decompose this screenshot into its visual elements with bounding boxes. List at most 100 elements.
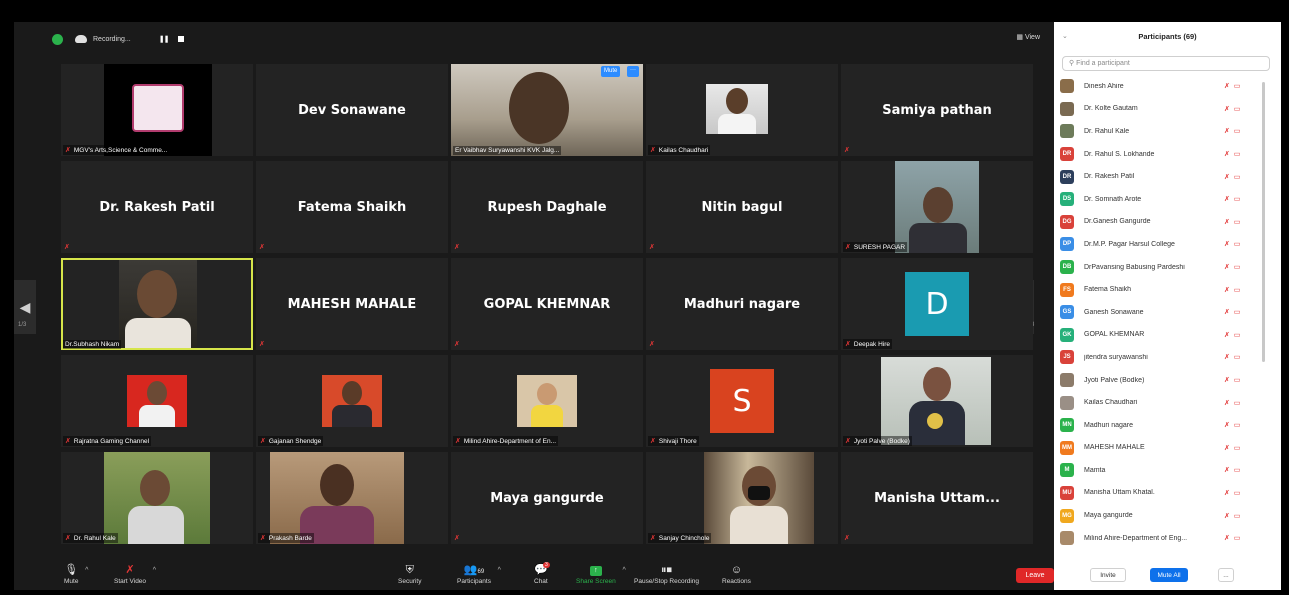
muted-mic-icon: ✗ — [650, 535, 656, 542]
pause-recording-icon[interactable]: ❚❚ — [159, 35, 170, 43]
participant-row[interactable]: Dr. Rahul Kale ✗ ▭ — [1054, 120, 1254, 143]
tile-more-button[interactable]: ··· — [627, 66, 639, 77]
participant-row[interactable]: JS jitendra suryawanshi ✗ ▭ — [1054, 346, 1254, 369]
chevron-up-icon[interactable]: ^ — [153, 567, 156, 574]
video-tile[interactable]: Fatema Shaikh ✗ — [256, 161, 448, 253]
participant-name: Dr. Rahul S. Lokhande — [1084, 150, 1155, 158]
participants-label: Participants — [457, 578, 491, 585]
video-tile[interactable]: Dev Sonawane — [256, 64, 448, 156]
video-tile[interactable]: Samiya pathan ✗ — [841, 64, 1033, 156]
stop-recording-icon[interactable] — [178, 36, 185, 42]
video-tile[interactable]: MAHESH MAHALE ✗ — [256, 258, 448, 350]
muted-mic-icon: ✗ — [454, 535, 460, 542]
participant-row[interactable]: MN Madhuri nagare ✗ ▭ — [1054, 414, 1254, 437]
tile-mute-button[interactable]: Mute — [601, 66, 621, 77]
video-tile[interactable]: ✗ MGV's Arts,Science & Comme... — [61, 64, 253, 156]
video-tile[interactable]: ✗ Sanjay Chinchole — [646, 452, 838, 544]
pause-stop-icon: ⏸⏹ — [661, 564, 673, 576]
participant-name: Dr.Ganesh Gangurde — [1084, 218, 1151, 226]
chat-label: Chat — [534, 578, 548, 585]
participant-row[interactable]: Dr. Kolte Gautam ✗ ▭ — [1054, 98, 1254, 121]
video-tile[interactable]: Manisha Uttam... ✗ — [841, 452, 1033, 544]
video-tile[interactable]: Nitin bagul ✗ — [646, 161, 838, 253]
participant-row[interactable]: Kailas Chaudhari ✗ ▭ — [1054, 391, 1254, 414]
mute-button[interactable]: 🎙 Mute ^ — [64, 564, 88, 585]
participant-avatar: MU — [1060, 485, 1074, 500]
tile-name-label: ✗ Rajratna Gaming Channel — [63, 436, 152, 446]
muted-mic-icon: ✗ — [65, 147, 71, 154]
participant-avatar: MN — [1060, 418, 1074, 433]
chevron-up-icon[interactable]: ^ — [622, 567, 625, 574]
participant-row[interactable]: MU Manisha Uttam Khatal. ✗ ▭ — [1054, 482, 1254, 505]
mute-all-button[interactable]: Mute All — [1150, 568, 1188, 582]
participant-search-input[interactable]: ⚲ Find a participant — [1062, 56, 1270, 71]
participant-name: Dr. Somnath Arote — [1084, 195, 1142, 203]
participant-name: GOPAL KHEMNAR — [1084, 331, 1145, 339]
profile-photo — [270, 452, 404, 544]
video-tile[interactable]: Dr. Rakesh Patil ✗ — [61, 161, 253, 253]
video-tile[interactable]: Madhuri nagare ✗ — [646, 258, 838, 350]
video-tile[interactable]: S ✗ Shivaji Thore — [646, 355, 838, 447]
video-tile[interactable]: D ✗ Deepak Hire — [841, 258, 1033, 350]
participants-button[interactable]: 👥69 Participants ^ — [457, 564, 501, 585]
participant-face — [923, 187, 953, 223]
profile-photo — [881, 357, 991, 445]
video-tile[interactable]: ✗ SURESH PAGAR — [841, 161, 1033, 253]
security-button[interactable]: ⛨ Security — [398, 564, 421, 585]
participant-avatar: JS — [1060, 350, 1074, 365]
participant-name: jitendra suryawanshi — [1084, 353, 1148, 361]
participant-avatar: DS — [1060, 192, 1074, 207]
video-tile[interactable]: ✗ Kailas Chaudhari — [646, 64, 838, 156]
muted-mic-icon: ✗ — [65, 535, 71, 542]
video-tile[interactable]: Rupesh Daghale ✗ — [451, 161, 643, 253]
muted-mic-and-video-off-icon: ✗ ▭ — [1224, 422, 1242, 430]
muted-mic-and-video-off-icon: ✗ ▭ — [1224, 128, 1242, 136]
video-tile[interactable]: GOPAL KHEMNAR ✗ — [451, 258, 643, 350]
participant-row[interactable]: MG Maya gangurde ✗ ▭ — [1054, 504, 1254, 527]
participant-row[interactable]: GS Ganesh Sonawane ✗ ▭ — [1054, 301, 1254, 324]
view-button[interactable]: ▦ View — [1016, 33, 1040, 41]
start-video-button[interactable]: ✗ Start Video ^ — [114, 564, 156, 585]
muted-mic-and-video-off-icon: ✗ ▭ — [1224, 264, 1242, 272]
active-speaker-tile[interactable]: Dr.Subhash Nikam — [61, 258, 253, 350]
muted-mic-icon: ✗ — [64, 244, 70, 251]
video-tile[interactable]: ✗ Dr. Rahul Kale — [61, 452, 253, 544]
participant-row[interactable]: GK GOPAL KHEMNAR ✗ ▭ — [1054, 324, 1254, 347]
chevron-up-icon[interactable]: ^ — [85, 567, 88, 574]
participant-row[interactable]: M Mamta ✗ ▭ — [1054, 459, 1254, 482]
reactions-button[interactable]: ☺ Reactions — [722, 564, 751, 585]
video-tile[interactable]: ✗ Rajratna Gaming Channel — [61, 355, 253, 447]
video-tile[interactable]: Maya gangurde ✗ — [451, 452, 643, 544]
invite-button[interactable]: Invite — [1090, 568, 1126, 582]
participant-row[interactable]: Dinesh Ahire ✗ ▭ — [1054, 75, 1254, 98]
participant-row[interactable]: DG Dr.Ganesh Gangurde ✗ ▭ — [1054, 211, 1254, 234]
more-options-button[interactable]: ... — [1218, 568, 1234, 582]
video-tile[interactable]: ✗ Gajanan Shendge — [256, 355, 448, 447]
muted-mic-and-video-off-icon: ✗ ▭ — [1224, 173, 1242, 181]
participant-row[interactable]: DP Dr.M.P. Pagar Harsul College ✗ ▭ — [1054, 233, 1254, 256]
video-tile[interactable]: ✗ Prakash Barde — [256, 452, 448, 544]
pause-stop-recording-button[interactable]: ⏸⏹ Pause/Stop Recording — [634, 564, 699, 585]
participant-avatar — [1060, 101, 1074, 116]
share-screen-button[interactable]: ↑ Share Screen ^ — [576, 564, 626, 585]
participant-row[interactable]: Milind Ahire-Department of Eng... ✗ ▭ — [1054, 527, 1254, 550]
chat-button[interactable]: 💬 3 Chat — [534, 562, 550, 585]
tile-name-label: ✗ MGV's Arts,Science & Comme... — [63, 145, 170, 155]
chevron-up-icon[interactable]: ^ — [498, 567, 501, 574]
participant-row[interactable]: DS Dr. Somnath Arote ✗ ▭ — [1054, 188, 1254, 211]
participant-row[interactable]: Jyoti Palve (Bodke) ✗ ▭ — [1054, 369, 1254, 392]
participant-row[interactable]: DR Dr. Rahul S. Lokhande ✗ ▭ — [1054, 143, 1254, 166]
video-tile[interactable]: ✗ Milind Ahire-Department of En... — [451, 355, 643, 447]
participant-row[interactable]: MM MAHESH MAHALE ✗ ▭ — [1054, 437, 1254, 460]
participant-row[interactable]: DB DrPavansing Babusing Pardeshi ✗ ▭ — [1054, 256, 1254, 279]
participants-scrollbar[interactable] — [1262, 82, 1265, 362]
participant-row[interactable]: DR Dr. Rakesh Patil ✗ ▭ — [1054, 165, 1254, 188]
participant-suit — [332, 405, 372, 427]
video-tile[interactable]: ✗ Jyoti Palve (Bodke) — [841, 355, 1033, 447]
participant-row[interactable]: FS Fatema Shaikh ✗ ▭ — [1054, 278, 1254, 301]
participant-name: Dinesh Ahire — [1084, 82, 1124, 90]
video-tile[interactable]: Mute ··· Er Vaibhav Suryawanshi KVK Jalg… — [451, 64, 643, 156]
leave-button[interactable]: Leave — [1016, 568, 1054, 583]
muted-mic-and-video-off-icon: ✗ ▭ — [1224, 218, 1242, 226]
security-shield-icon[interactable] — [52, 33, 63, 45]
